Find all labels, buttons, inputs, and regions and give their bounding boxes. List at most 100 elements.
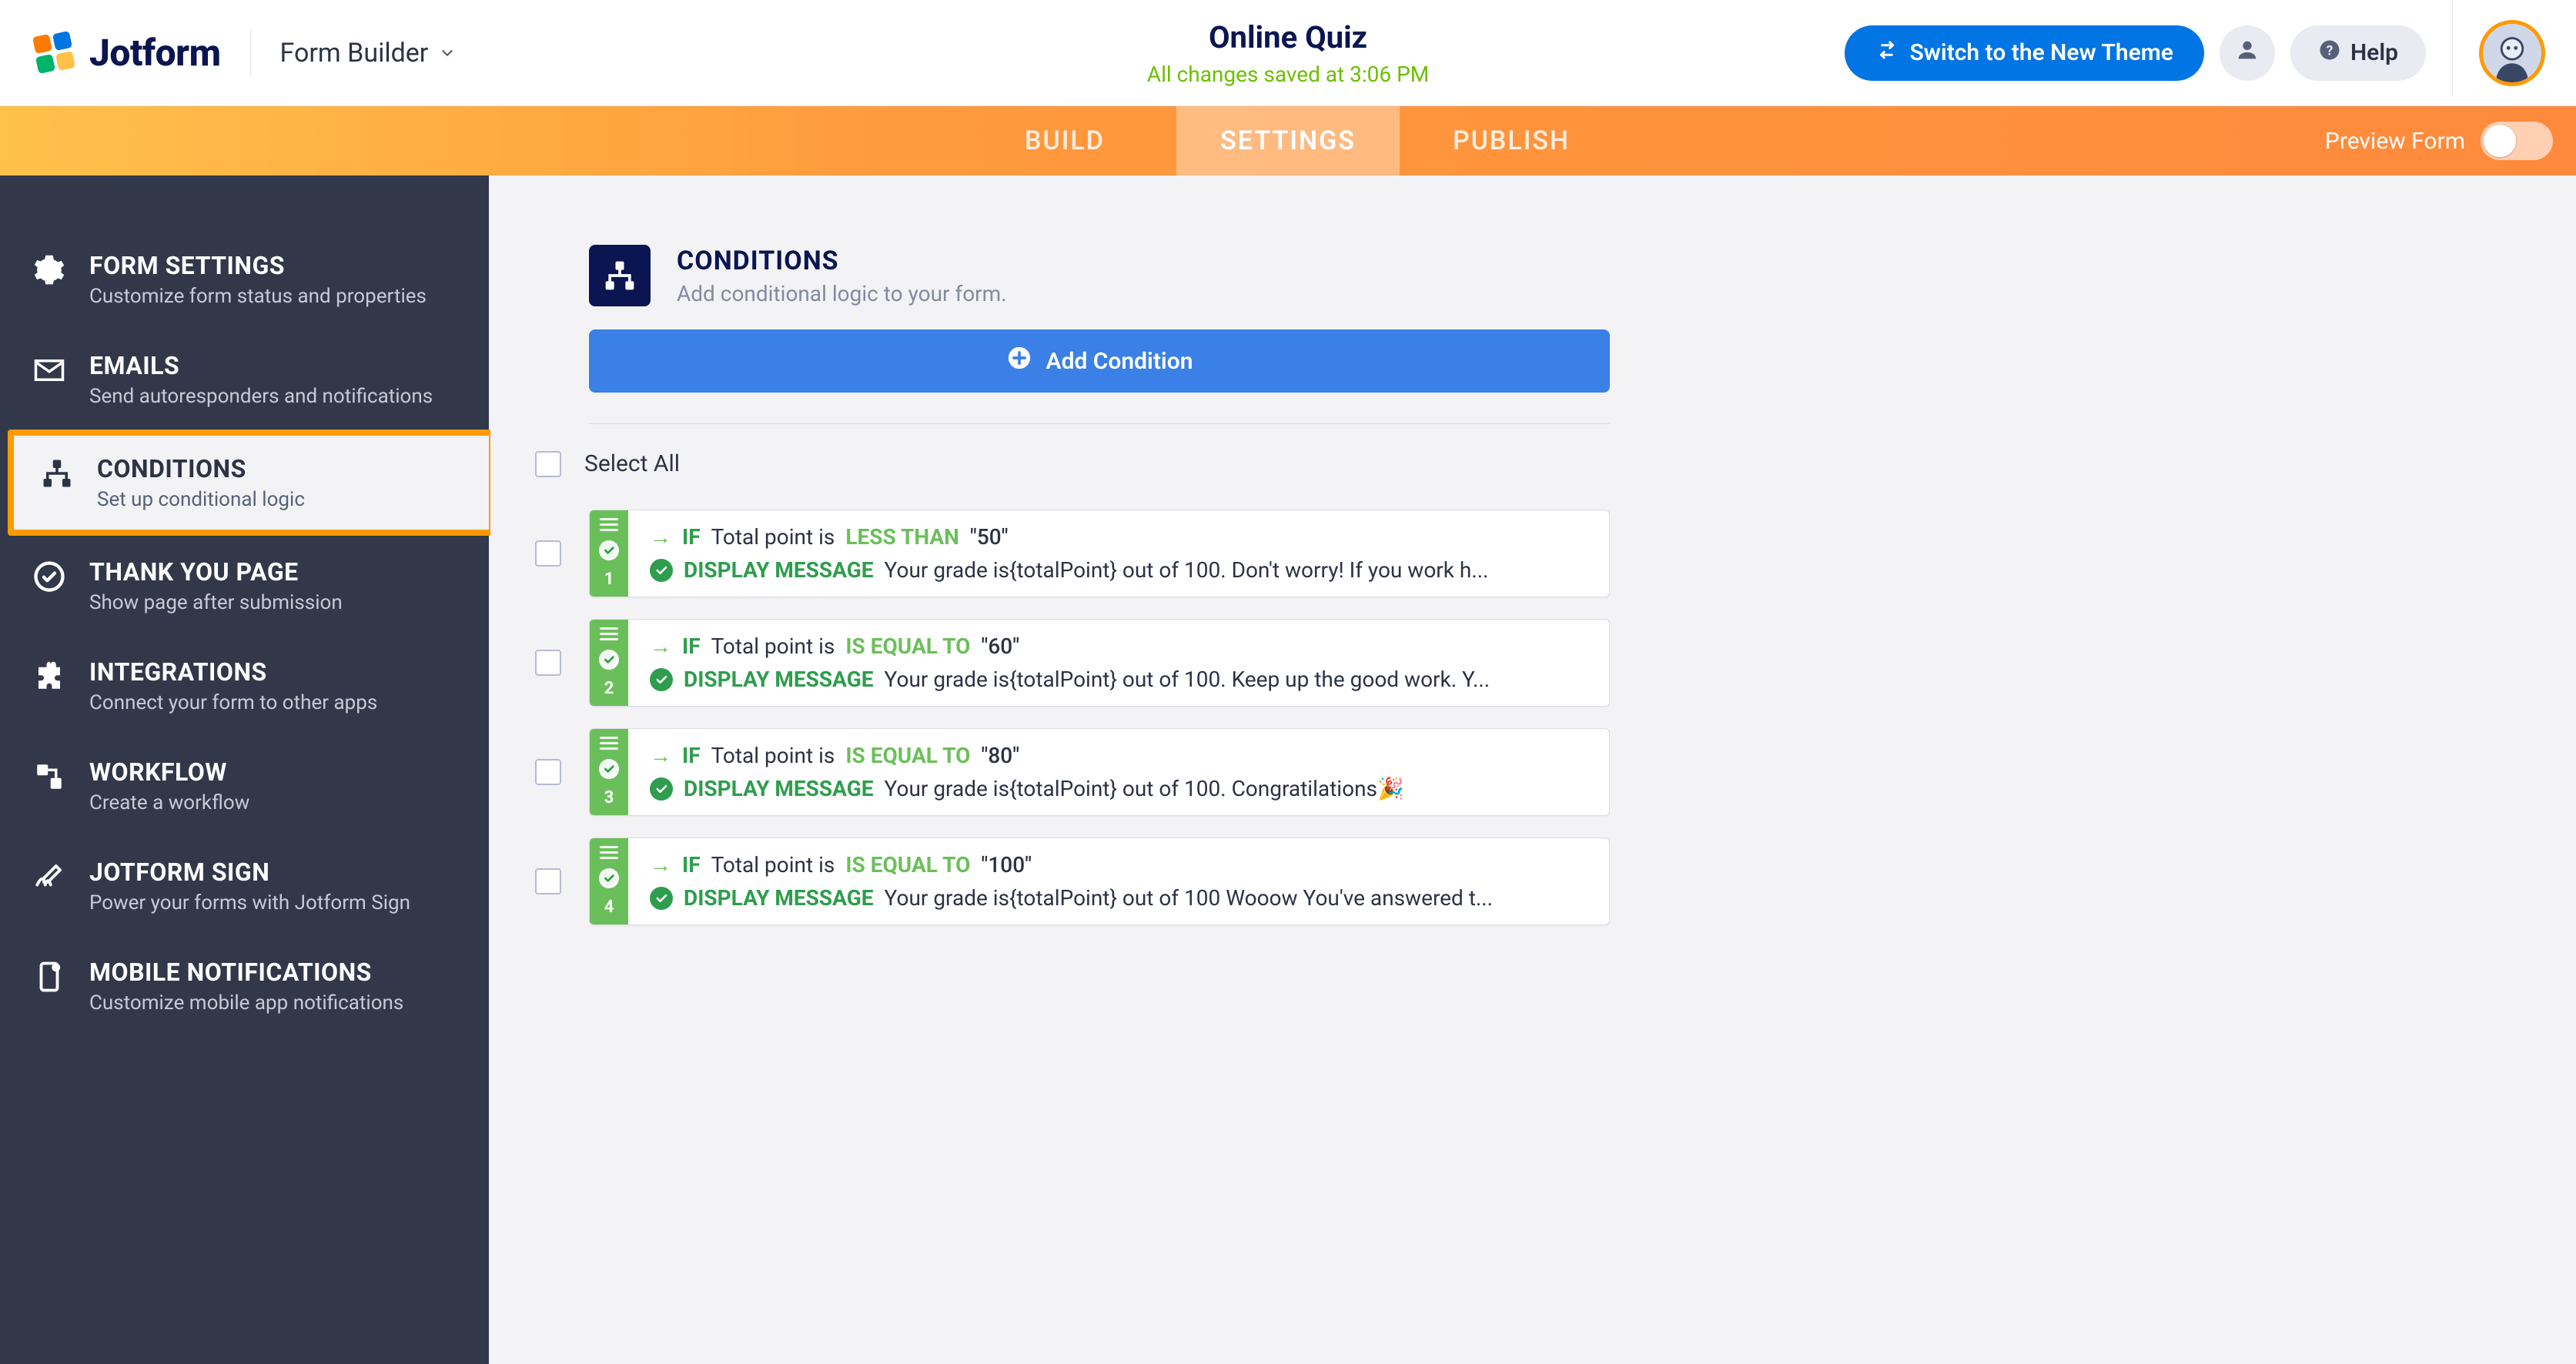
sidebar-item-sign[interactable]: JOTFORM SIGN Power your forms with Jotfo… [0,836,489,936]
conditions-badge-icon [589,245,651,306]
check-circle-icon [650,668,673,691]
tab-settings[interactable]: SETTINGS [1176,106,1400,176]
form-builder-dropdown[interactable]: Form Builder [280,38,457,69]
sidebar-item-thank-you[interactable]: THANK YOU PAGE Show page after submissio… [0,536,489,636]
check-circle-icon [650,777,673,801]
condition-body: → IF Total point is IS EQUAL TO "80" DIS… [628,729,1609,815]
sidebar-item-emails[interactable]: EMAILS Send autoresponders and notificat… [0,329,489,430]
drag-handle[interactable]: 2 [590,620,628,706]
value-label: "80" [981,743,1019,768]
condition-body: → IF Total point is LESS THAN "50" DISPL… [628,510,1609,597]
conditions-list: 1 → IF Total point is LESS THAN "50" DIS… [589,510,1674,925]
sidebar-item-sub: Create a workflow [89,791,463,814]
check-circle-icon [650,559,673,582]
svg-text:?: ? [2327,43,2333,59]
header-actions: Switch to the New Theme ? Help [1845,20,2545,86]
sidebar-item-sub: Power your forms with Jotform Sign [89,891,463,914]
top-bar: Jotform Form Builder Online Quiz All cha… [0,0,2576,106]
header-center: Online Quiz All changes saved at 3:06 PM [1147,19,1429,87]
select-all-label: Select All [584,450,680,477]
sidebar-item-title: JOTFORM SIGN [89,858,463,887]
help-label: Help [2350,39,2398,66]
action-keyword: DISPLAY MESSAGE [684,885,874,911]
plus-circle-icon [1006,345,1032,377]
sidebar-item-workflow[interactable]: WORKFLOW Create a workflow [0,736,489,836]
workspace: FORM SETTINGS Customize form status and … [0,176,2576,1364]
sidebar-item-mobile[interactable]: MOBILE NOTIFICATIONS Customize mobile ap… [0,936,489,1036]
conditions-icon [38,454,75,490]
operator-label: IS EQUAL TO [845,743,970,768]
status-check-icon [599,650,619,670]
condition-checkbox[interactable] [535,650,561,676]
condition-number: 1 [604,570,614,589]
if-keyword: IF [682,743,701,768]
tab-publish[interactable]: PUBLISH [1400,106,1623,176]
action-line: DISPLAY MESSAGE Your grade is{totalPoint… [650,667,1587,692]
value-label: "50" [970,524,1009,550]
swap-icon [1875,38,1899,68]
select-all-checkbox[interactable] [535,451,561,477]
condition-checkbox[interactable] [535,759,561,785]
sidebar-item-title: CONDITIONS [97,454,463,483]
sidebar-item-title: INTEGRATIONS [89,657,463,687]
sidebar-item-sub: Set up conditional logic [97,488,463,511]
value-label: "100" [981,852,1032,878]
status-check-icon [599,868,619,888]
action-line: DISPLAY MESSAGE Your grade is{totalPoint… [650,557,1587,583]
if-line: → IF Total point is IS EQUAL TO "60" [650,634,1587,659]
if-keyword: IF [682,634,701,659]
user-icon [2234,37,2260,69]
action-keyword: DISPLAY MESSAGE [684,667,874,692]
main-content: CONDITIONS Add conditional logic to your… [489,176,2576,1364]
switch-theme-button[interactable]: Switch to the New Theme [1845,25,2204,81]
check-circle-icon [31,557,68,593]
sign-icon [31,858,68,893]
condition-checkbox[interactable] [535,868,561,894]
condition-number: 2 [604,679,614,698]
arrow-right-icon: → [650,852,671,878]
sidebar-item-sub: Customize form status and properties [89,285,463,308]
add-condition-label: Add Condition [1046,348,1193,375]
toggle-knob [2484,125,2516,157]
field-label: Total point is [711,852,835,878]
grip-icon [600,737,618,750]
sidebar-item-title: WORKFLOW [89,757,463,787]
sidebar-item-sub: Show page after submission [89,591,463,614]
tab-build[interactable]: BUILD [953,106,1176,176]
arrow-right-icon: → [650,743,671,768]
puzzle-icon [31,657,68,693]
preview-toggle[interactable] [2481,122,2553,160]
grip-icon [600,518,618,531]
avatar[interactable] [2479,20,2545,86]
condition-card[interactable]: 3 → IF Total point is IS EQUAL TO "80" D… [589,728,1610,816]
sidebar-item-integrations[interactable]: INTEGRATIONS Connect your form to other … [0,636,489,736]
status-check-icon [599,759,619,779]
sidebar-item-title: FORM SETTINGS [89,251,463,280]
check-circle-icon [650,887,673,910]
panel-subtitle: Add conditional logic to your form. [677,281,1007,306]
condition-card[interactable]: 4 → IF Total point is IS EQUAL TO "100" … [589,837,1610,925]
action-keyword: DISPLAY MESSAGE [684,557,874,583]
drag-handle[interactable]: 4 [590,838,628,924]
status-check-icon [599,540,619,560]
form-title[interactable]: Online Quiz [1147,19,1429,55]
condition-card[interactable]: 1 → IF Total point is LESS THAN "50" DIS… [589,510,1610,597]
arrow-right-icon: → [650,634,671,659]
action-message: Your grade is{totalPoint} out of 100 Woo… [885,885,1587,911]
drag-handle[interactable]: 3 [590,729,628,815]
add-condition-button[interactable]: Add Condition [589,329,1610,393]
condition-card[interactable]: 2 → IF Total point is IS EQUAL TO "60" D… [589,619,1610,707]
sidebar-item-form-settings[interactable]: FORM SETTINGS Customize form status and … [0,229,489,329]
sidebar-item-sub: Customize mobile app notifications [89,991,463,1015]
select-all-row: Select All [535,450,1674,477]
condition-row: 2 → IF Total point is IS EQUAL TO "60" D… [535,619,1674,707]
account-button[interactable] [2220,25,2275,81]
help-button[interactable]: ? Help [2290,25,2426,81]
sidebar-item-conditions[interactable]: CONDITIONS Set up conditional logic [8,430,490,536]
gear-icon [31,251,68,286]
preview-form-label: Preview Form [2325,128,2465,155]
chevron-down-icon [439,45,456,62]
logo-text: Jotform [89,31,221,75]
drag-handle[interactable]: 1 [590,510,628,597]
condition-checkbox[interactable] [535,540,561,567]
